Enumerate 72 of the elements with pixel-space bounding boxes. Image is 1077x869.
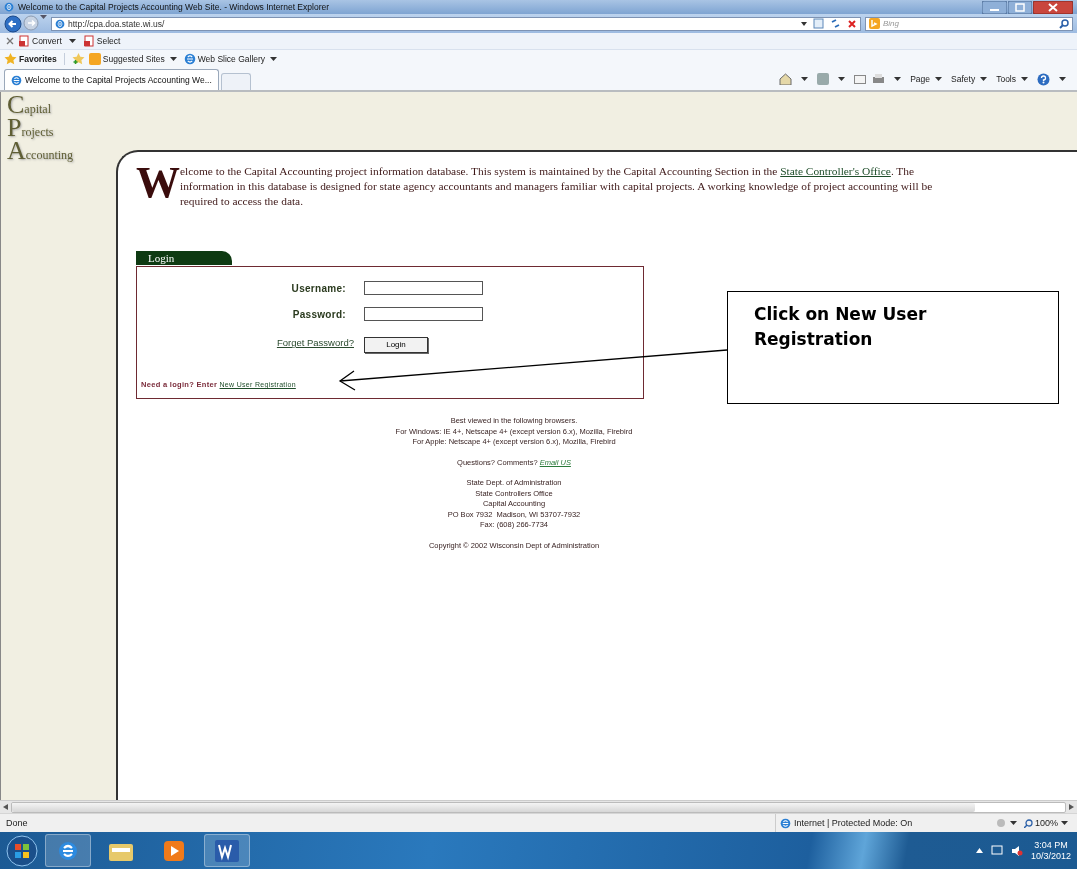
scroll-right-icon[interactable] xyxy=(1069,804,1074,810)
address-field[interactable]: http://cpa.doa.state.wi.us/ xyxy=(51,16,861,31)
horizontal-scrollbar[interactable] xyxy=(11,801,1066,813)
search-icon[interactable] xyxy=(1059,18,1069,29)
caret-icon[interactable] xyxy=(980,77,988,81)
caret-icon[interactable] xyxy=(838,77,846,81)
favorites-link[interactable]: Suggested Sites xyxy=(88,53,180,65)
input-field[interactable] xyxy=(364,281,483,295)
login-header: Login xyxy=(136,251,233,265)
back-button[interactable] xyxy=(4,14,22,33)
close-icon[interactable] xyxy=(6,37,14,45)
caret-icon[interactable] xyxy=(169,57,177,61)
login-button[interactable]: Login xyxy=(364,336,428,353)
status-text: Done xyxy=(6,818,28,828)
toolbar-menu[interactable]: Page xyxy=(910,74,946,84)
convert-tool[interactable]: Convert xyxy=(18,35,62,47)
caret-icon[interactable] xyxy=(935,77,943,81)
caret-icon[interactable] xyxy=(1059,77,1066,81)
office-link[interactable]: State Controller's Office xyxy=(780,165,891,177)
maximize-button[interactable] xyxy=(1008,0,1032,14)
home-icon[interactable] xyxy=(779,73,793,85)
tray-arrow-icon[interactable] xyxy=(975,848,983,853)
window-title: Welcome to the Capital Projects Accounting Web Site. - Windows Internet Explorer xyxy=(18,2,330,12)
start-button[interactable] xyxy=(6,834,38,867)
help-icon[interactable] xyxy=(1037,72,1050,86)
field-label: Password: xyxy=(292,308,346,320)
toolbar-menu[interactable]: Safety xyxy=(951,74,991,84)
word-taskbar-icon[interactable] xyxy=(204,834,250,867)
close-button[interactable] xyxy=(1033,0,1073,14)
zoom-level[interactable]: 100% xyxy=(1023,818,1058,828)
globe-e-icon xyxy=(55,18,65,29)
dropdown-icon[interactable] xyxy=(801,21,807,26)
globe-e-icon xyxy=(183,53,196,65)
forgot-password-link[interactable]: Forget Password? xyxy=(276,337,354,349)
star-icon xyxy=(4,53,17,65)
caret-icon[interactable] xyxy=(68,39,76,43)
document-icon xyxy=(82,35,95,47)
logo-word: Accounting xyxy=(7,140,75,163)
caret-icon[interactable] xyxy=(1021,77,1028,81)
caret-icon[interactable] xyxy=(1061,821,1068,825)
add-favorite-icon[interactable] xyxy=(71,53,85,65)
caret-icon[interactable] xyxy=(1009,821,1017,825)
stop-icon[interactable] xyxy=(847,18,857,29)
browser-tab[interactable]: Welcome to the Capital Projects Accounting We... xyxy=(4,69,219,90)
logo-word: Projects xyxy=(7,117,55,140)
callout-note: Click on New User Registration xyxy=(727,291,1059,404)
volume-icon[interactable] xyxy=(1010,845,1023,856)
select-tool[interactable]: Select xyxy=(82,35,121,47)
favorites-link[interactable]: Web Slice Gallery xyxy=(183,53,281,65)
input-field[interactable] xyxy=(364,307,483,321)
field-label: Username: xyxy=(291,282,346,294)
caret-icon[interactable] xyxy=(270,57,278,61)
globe-e-icon xyxy=(4,2,14,12)
magnifier-icon xyxy=(1023,818,1033,828)
caret-icon[interactable] xyxy=(801,77,809,81)
security-zone[interactable]: Internet | Protected Mode: On xyxy=(793,818,913,828)
minimize-button[interactable] xyxy=(982,0,1007,14)
search-field[interactable]: Bing xyxy=(865,16,1073,31)
browser-taskbar-icon[interactable] xyxy=(45,834,91,867)
clock[interactable]: 3:04 PM 10/3/2012 xyxy=(1030,839,1071,862)
globe-e-icon xyxy=(11,74,22,86)
favorites-button[interactable]: Favorites xyxy=(4,53,57,65)
network-icon[interactable] xyxy=(990,845,1003,856)
document-icon xyxy=(18,35,30,47)
globe-icon xyxy=(779,817,791,829)
mail-icon[interactable] xyxy=(854,74,867,84)
scroll-left-icon[interactable] xyxy=(3,804,8,810)
toolbar-menu[interactable]: Tools xyxy=(996,74,1031,84)
print-icon[interactable] xyxy=(872,73,886,85)
caret-icon[interactable] xyxy=(894,77,902,81)
logo-word: Capital xyxy=(7,94,52,117)
search-input[interactable]: Bing xyxy=(883,19,1056,28)
